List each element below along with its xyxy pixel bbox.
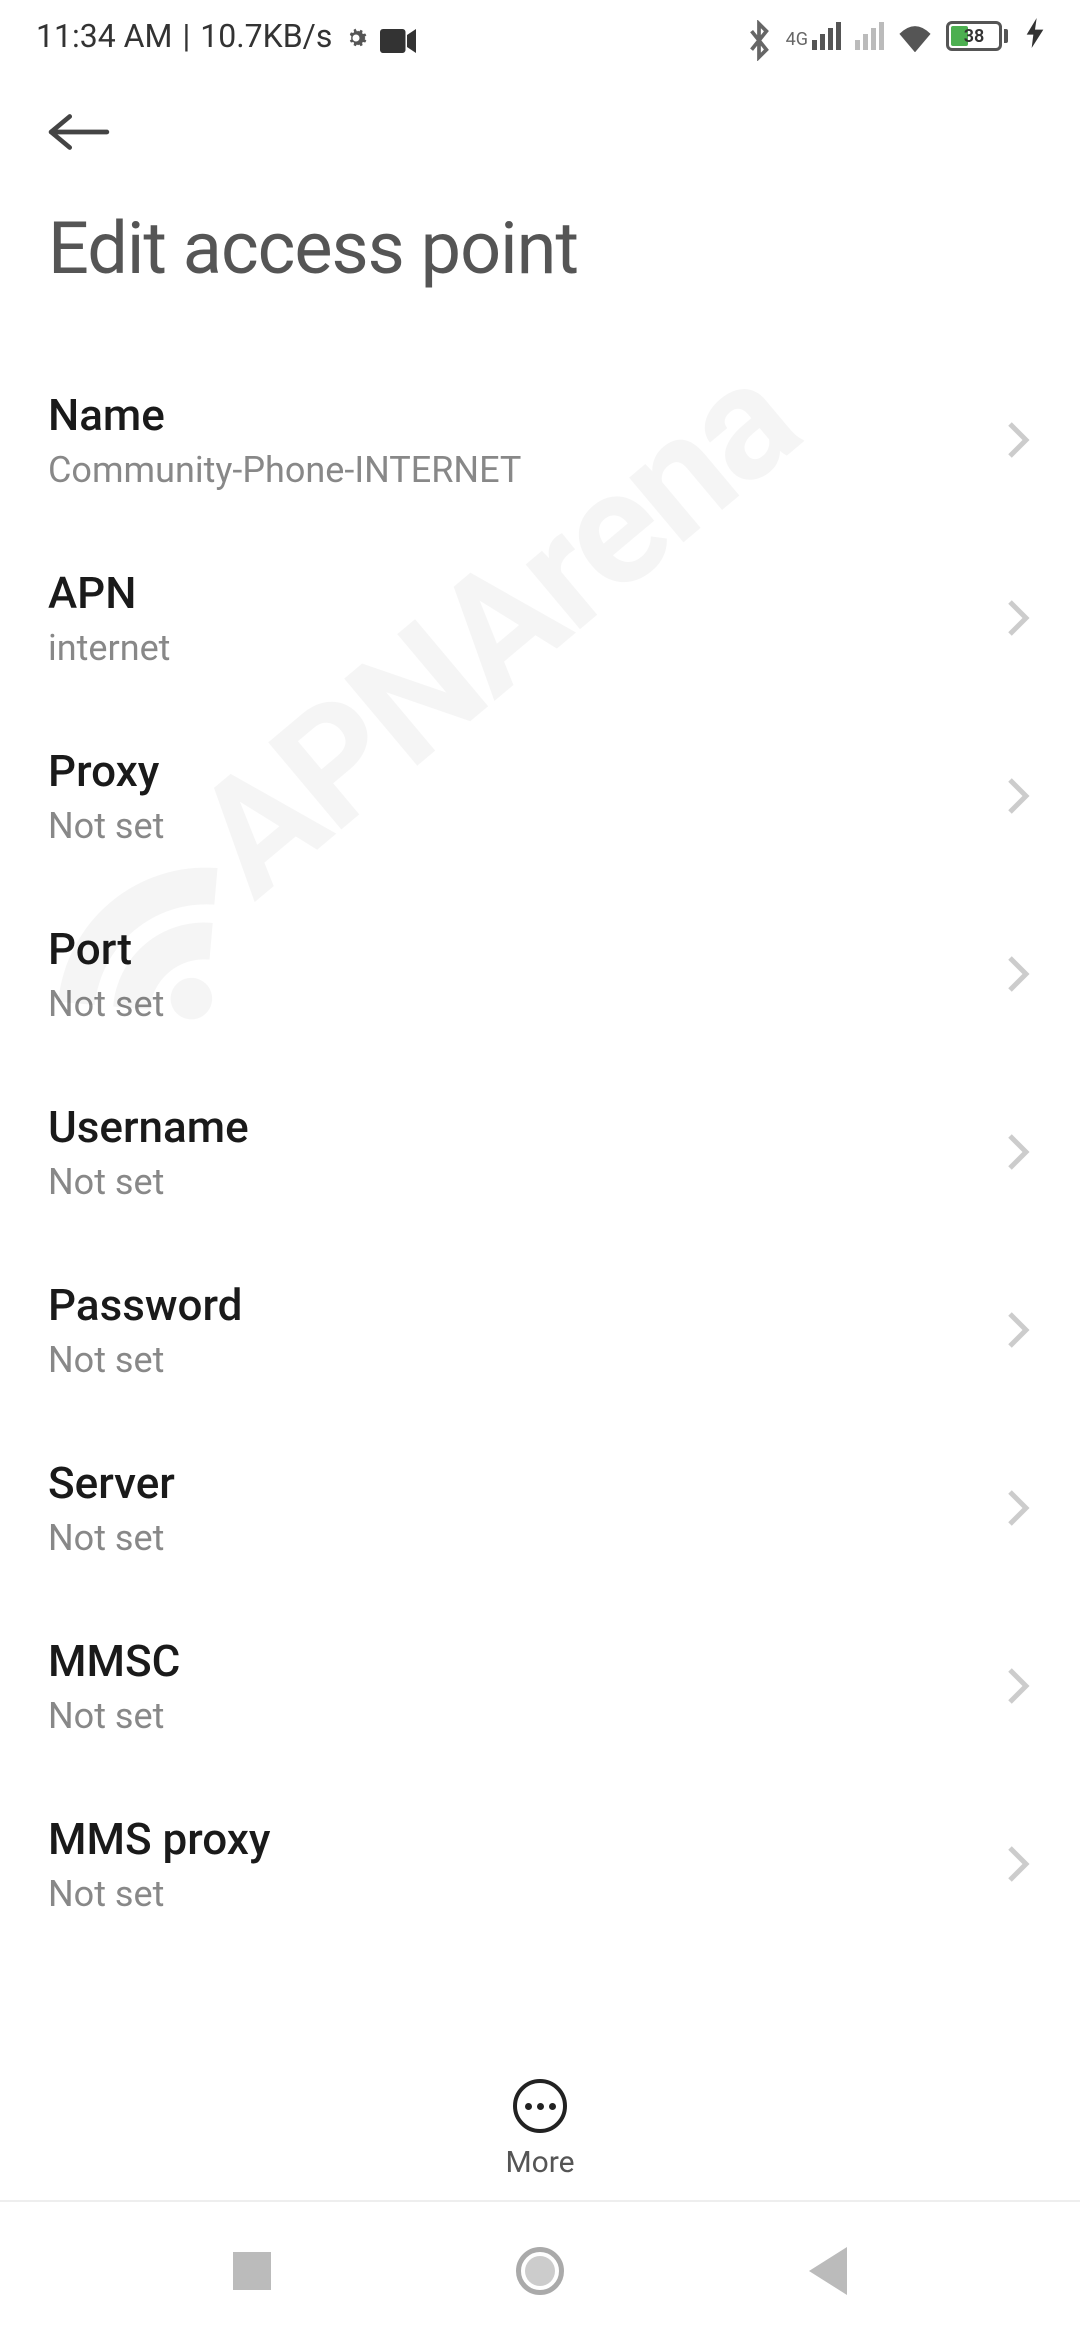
chevron-right-icon	[1004, 1132, 1032, 1172]
setting-username[interactable]: Username Not set	[48, 1063, 1032, 1241]
status-speed: 10.7KB/s	[200, 17, 332, 55]
setting-label: MMS proxy	[48, 1813, 1004, 1865]
chevron-right-icon	[1004, 1310, 1032, 1350]
setting-label: Name	[48, 389, 1004, 441]
charging-icon	[1026, 18, 1044, 55]
chevron-right-icon	[1004, 1488, 1032, 1528]
chevron-right-icon	[1004, 1844, 1032, 1884]
battery-indicator: 38	[946, 21, 1008, 51]
back-button[interactable]	[0, 72, 1080, 166]
status-bar: 11:34 AM | 10.7KB/s 4G	[0, 0, 1080, 72]
navigation-bar	[0, 2200, 1080, 2340]
more-label: More	[505, 2145, 574, 2180]
nav-recent-button[interactable]	[233, 2252, 271, 2290]
chevron-right-icon	[1004, 598, 1032, 638]
setting-value: Not set	[48, 1339, 1004, 1381]
signal-sim1: 4G	[786, 22, 841, 50]
nav-back-button[interactable]	[809, 2247, 847, 2295]
setting-label: APN	[48, 567, 1004, 619]
setting-apn[interactable]: APN internet	[48, 529, 1032, 707]
settings-list: Name Community-Phone-INTERNET APN intern…	[0, 351, 1080, 1953]
setting-label: MMSC	[48, 1635, 1004, 1687]
setting-mms-proxy[interactable]: MMS proxy Not set	[48, 1775, 1032, 1953]
chevron-right-icon	[1004, 420, 1032, 460]
setting-value: Not set	[48, 805, 1004, 847]
network-type-label: 4G	[786, 29, 808, 50]
setting-label: Password	[48, 1279, 1004, 1331]
battery-percent: 38	[949, 26, 999, 47]
nav-home-button[interactable]	[516, 2247, 564, 2295]
setting-value: internet	[48, 627, 1004, 669]
setting-proxy[interactable]: Proxy Not set	[48, 707, 1032, 885]
status-left: 11:34 AM | 10.7KB/s	[36, 17, 416, 55]
camera-icon	[380, 23, 416, 49]
chevron-right-icon	[1004, 1666, 1032, 1706]
bluetooth-icon	[746, 20, 772, 52]
setting-label: Port	[48, 923, 1004, 975]
more-button[interactable]: More	[0, 2055, 1080, 2180]
setting-value: Not set	[48, 1517, 1004, 1559]
setting-label: Proxy	[48, 745, 1004, 797]
status-time: 11:34 AM	[36, 17, 172, 55]
wifi-icon	[898, 22, 932, 50]
setting-value: Not set	[48, 1161, 1004, 1203]
setting-value: Community-Phone-INTERNET	[48, 449, 1004, 491]
setting-password[interactable]: Password Not set	[48, 1241, 1032, 1419]
status-divider: |	[182, 17, 190, 55]
setting-value: Not set	[48, 983, 1004, 1025]
more-icon	[513, 2079, 567, 2133]
signal-sim2	[855, 22, 884, 50]
status-right: 4G 38	[746, 18, 1044, 55]
page-title: Edit access point	[0, 166, 1080, 351]
setting-value: Not set	[48, 1695, 1004, 1737]
setting-value: Not set	[48, 1873, 1004, 1915]
chevron-right-icon	[1004, 776, 1032, 816]
gear-icon	[342, 22, 370, 50]
setting-name[interactable]: Name Community-Phone-INTERNET	[48, 351, 1032, 529]
setting-label: Username	[48, 1101, 1004, 1153]
setting-label: Server	[48, 1457, 1004, 1509]
setting-port[interactable]: Port Not set	[48, 885, 1032, 1063]
setting-mmsc[interactable]: MMSC Not set	[48, 1597, 1032, 1775]
setting-server[interactable]: Server Not set	[48, 1419, 1032, 1597]
chevron-right-icon	[1004, 954, 1032, 994]
